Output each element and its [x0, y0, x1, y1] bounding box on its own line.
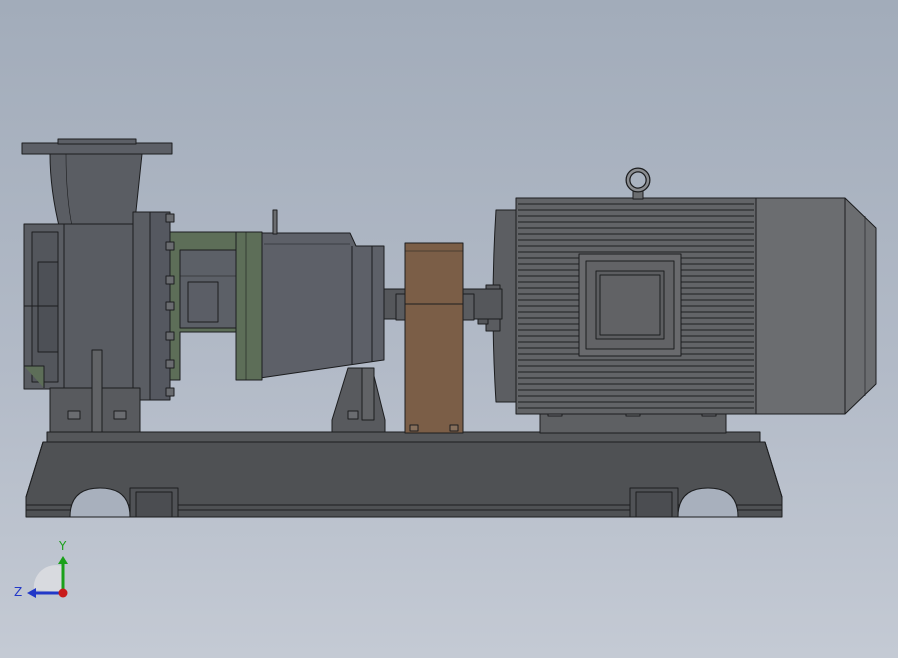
z-axis-arrow-icon — [27, 588, 36, 598]
bearing-housing[interactable] — [259, 209, 385, 379]
bearing-bracket[interactable] — [169, 231, 263, 381]
z-axis-label: Z — [14, 585, 22, 599]
graphics-viewport[interactable]: Y Z — [0, 0, 898, 658]
flange-bolt — [165, 301, 175, 311]
flange-bolt — [165, 359, 175, 369]
y-axis-label: Y — [58, 539, 67, 553]
electric-motor[interactable] — [477, 167, 877, 415]
coupling-guard[interactable] — [395, 242, 475, 434]
flange-bolt — [165, 241, 175, 251]
flange-bolt — [165, 331, 175, 341]
motor-terminal-box[interactable] — [578, 253, 682, 357]
pump-motor-assembly[interactable] — [0, 0, 898, 658]
coordinate-triad: Y Z — [14, 539, 68, 599]
triad-shadow — [33, 565, 62, 592]
y-axis-arrow-icon — [58, 556, 68, 564]
lifting-eye[interactable] — [625, 167, 651, 200]
pump-casing[interactable] — [21, 138, 175, 433]
bearing-support[interactable] — [331, 367, 386, 433]
x-axis-dot-icon — [58, 588, 68, 598]
flange-bolt — [165, 387, 175, 397]
flange-bolt — [165, 213, 175, 223]
base-frame[interactable] — [25, 431, 783, 518]
flange-bolt — [165, 275, 175, 285]
